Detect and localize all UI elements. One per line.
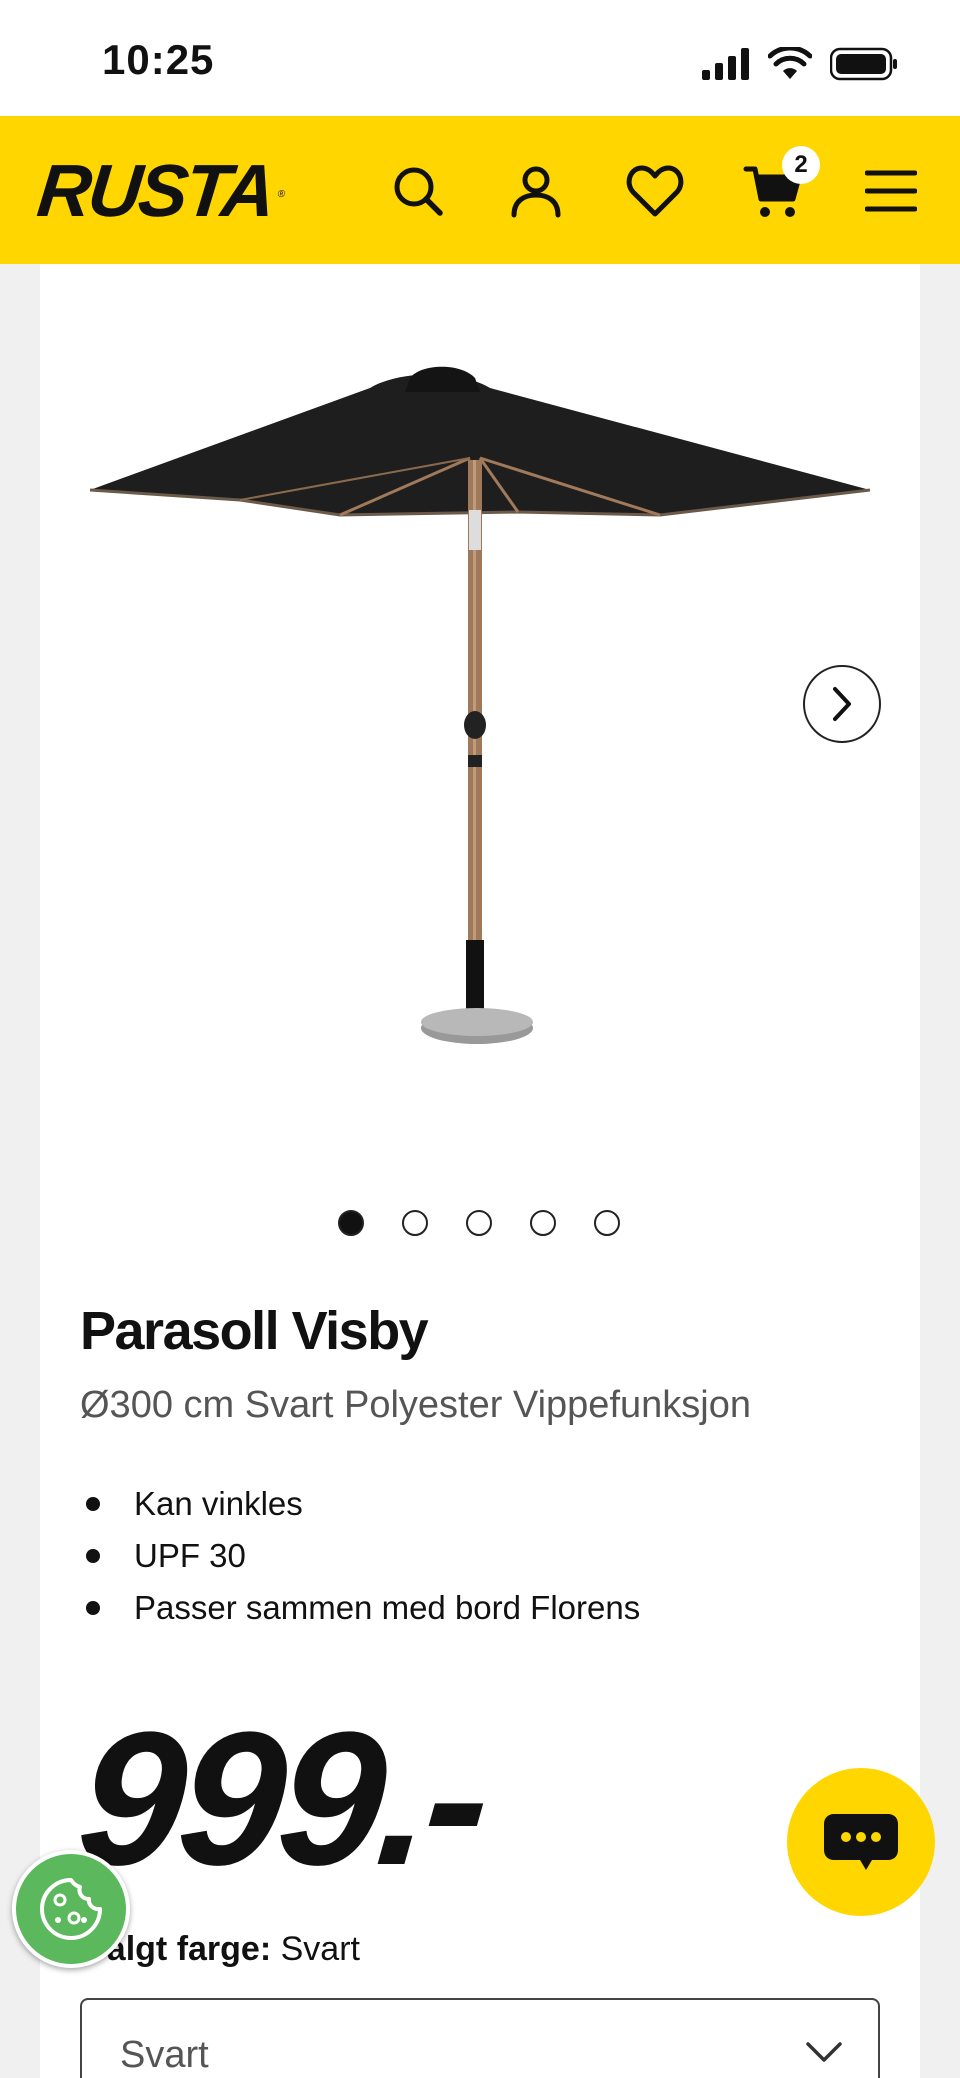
chat-icon [824,1814,898,1870]
chevron-right-icon [833,687,851,721]
chat-button[interactable] [787,1768,935,1916]
gallery-dot[interactable] [594,1210,620,1236]
gallery-dot[interactable] [338,1210,364,1236]
rusta-logo[interactable]: RUSTA ® [34,149,283,232]
chevron-down-icon [806,2042,842,2062]
signal-icon [702,48,749,80]
search-button[interactable] [383,156,453,226]
parasol-image [89,366,871,1044]
cookie-icon [40,1878,102,1940]
account-icon [511,166,561,218]
feature-item: UPF 30 [80,1530,640,1582]
menu-icon [865,170,917,212]
product-price: 999.- [70,1693,493,1905]
feature-list: Kan vinkles UPF 30 Passer sammen med bor… [80,1478,640,1634]
status-bar: 10:25 [0,0,960,116]
status-icons [702,46,898,82]
gallery-pagination [338,1210,620,1236]
gallery-next-button[interactable] [803,665,881,743]
gallery-dot[interactable] [402,1210,428,1236]
feature-item: Passer sammen med bord Florens [80,1582,640,1634]
battery-icon [830,47,897,81]
registered-mark: ® [277,189,283,200]
selected-color-label: Valgt farge: Svart [86,1930,360,1969]
color-select[interactable]: Svart [80,1998,880,2078]
heart-icon [626,165,684,217]
product-title: Parasoll Visby [80,1301,429,1361]
feature-item: Kan vinkles [80,1478,640,1530]
cart-count-badge: 2 [782,146,820,184]
product-subtitle: Ø300 cm Svart Polyester Vippefunksjon [80,1384,751,1426]
site-header: RUSTA ® 2 [0,116,960,264]
color-label-value: Svart [280,1930,360,1968]
wishlist-button[interactable] [620,156,690,226]
search-icon [394,167,443,216]
status-time: 10:25 [102,36,215,83]
logo-text: RUSTA [33,149,277,232]
menu-button[interactable] [856,156,926,226]
account-button[interactable] [501,156,571,226]
color-select-value: Svart [120,2034,209,2076]
wifi-icon [768,47,812,79]
gallery-dot[interactable] [466,1210,492,1236]
gallery-dot[interactable] [530,1210,556,1236]
cookie-settings-button[interactable] [12,1850,130,1968]
product-image[interactable] [40,300,920,1080]
